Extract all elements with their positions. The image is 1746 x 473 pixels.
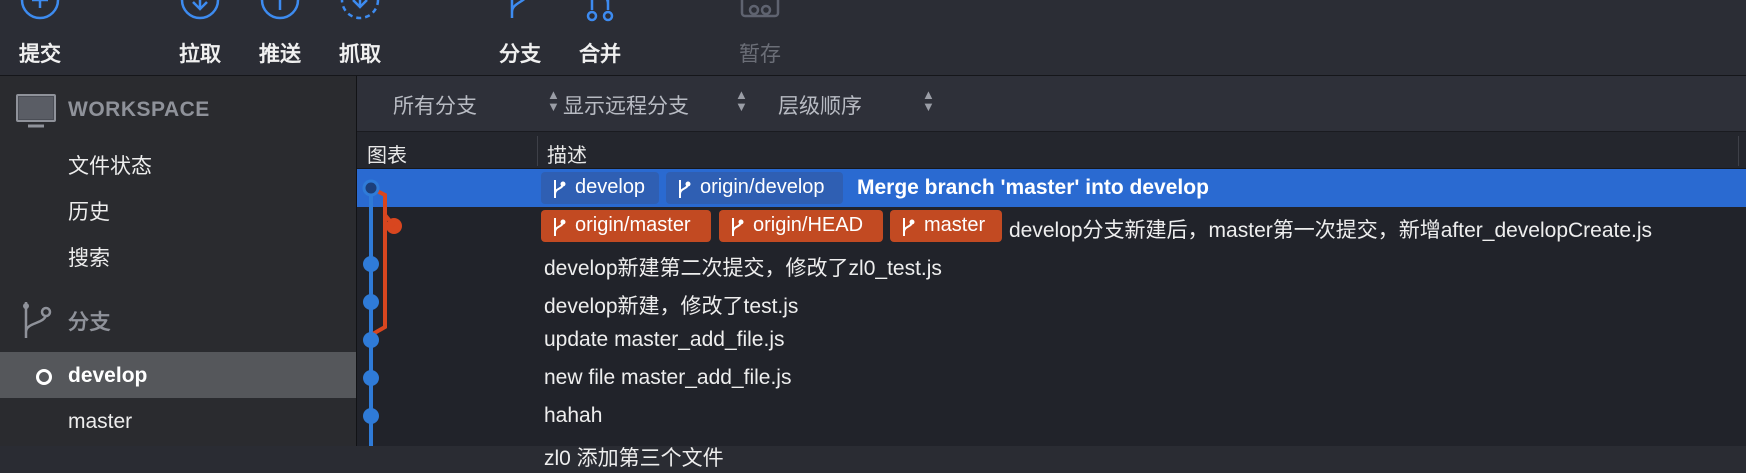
branch-button[interactable]: 分支 [494, 0, 546, 75]
order-value: 层级顺序 [778, 95, 862, 118]
commit-row[interactable]: develop新建，修改了test.js [357, 283, 1746, 321]
tag-label: origin/master [575, 214, 691, 236]
commit-message: new file master_add_file.js [544, 366, 792, 389]
push-label: 推送 [259, 43, 301, 66]
column-divider[interactable] [537, 136, 538, 166]
branch-filter-value: 所有分支 [393, 95, 477, 118]
stash-label: 暂存 [739, 43, 781, 66]
commit-list: develop origin/develop Merge branch 'mas… [357, 169, 1746, 470]
commit-message: hahah [544, 404, 603, 427]
commit-icon [20, 0, 60, 20]
tag-label: origin/HEAD [753, 214, 864, 236]
commit-button[interactable]: 提交 [14, 0, 66, 75]
fetch-button[interactable]: 抓取 [334, 0, 386, 75]
commit-row[interactable]: develop新建第二次提交，修改了zl0_test.js [357, 245, 1746, 283]
history-view: 所有分支 ▲ ▼ 显示远程分支 ▲ ▼ 层级顺序 ▲ ▼ 图表 描述 develop … [357, 76, 1746, 470]
workspace-section-header[interactable]: WORKSPACE [0, 90, 356, 130]
stash-button[interactable]: 暂存 [734, 0, 786, 75]
sidebar-item-label: 历史 [68, 201, 110, 224]
monitor-icon [16, 94, 56, 128]
branch-tag-origin-master[interactable]: origin/master [541, 210, 711, 242]
description-column-header[interactable]: 描述 [547, 139, 587, 168]
commit-message: develop新建，修改了test.js [544, 295, 799, 318]
tag-label: master [924, 214, 986, 236]
commit-message: update master_add_file.js [544, 328, 785, 351]
branch-tag-origin-head[interactable]: origin/HEAD [719, 210, 883, 242]
stash-icon [740, 0, 780, 18]
remote-filter-value: 显示远程分支 [563, 95, 689, 118]
pull-button[interactable]: 拉取 [174, 0, 226, 75]
branch-icon [732, 218, 744, 236]
push-icon [260, 0, 300, 20]
commit-message: Merge branch 'master' into develop [857, 176, 1209, 199]
branches-title: 分支 [68, 311, 111, 334]
commit-row[interactable]: origin/master origin/HEAD master develop… [357, 207, 1746, 245]
sidebar: WORKSPACE 文件状态 历史 搜索 分支 develop master [0, 76, 357, 446]
chevron-updown-icon: ▲ ▼ [547, 87, 560, 114]
merge-button[interactable]: 合并 [574, 0, 626, 75]
push-button[interactable]: 推送 [254, 0, 306, 75]
pull-label: 拉取 [179, 43, 221, 66]
sidebar-item-history[interactable]: 历史 [0, 184, 356, 230]
commit-row[interactable]: new file master_add_file.js [357, 359, 1746, 397]
remote-filter-select[interactable]: 显示远程分支 ▲ ▼ [563, 76, 773, 131]
sidebar-item-branch-develop[interactable]: develop [0, 352, 356, 398]
branch-tag-develop[interactable]: develop [541, 172, 659, 204]
commit-message: zl0 添加第三个文件 [544, 447, 724, 470]
chevron-updown-icon: ▲ ▼ [735, 87, 748, 114]
toolbar: 提交 拉取 推送 抓取 分支 合并 暂存 [0, 0, 1746, 76]
branch-label: 分支 [499, 43, 541, 66]
branch-icon [679, 180, 691, 198]
sidebar-item-branch-master[interactable]: master [0, 398, 356, 444]
commit-label: 提交 [19, 43, 61, 66]
branch-icon [510, 0, 525, 18]
filter-bar: 所有分支 ▲ ▼ 显示远程分支 ▲ ▼ 层级顺序 ▲ ▼ [357, 76, 1746, 132]
column-divider[interactable] [1738, 136, 1739, 166]
commit-row[interactable]: develop origin/develop Merge branch 'mas… [357, 169, 1746, 207]
sidebar-item-search[interactable]: 搜索 [0, 230, 356, 276]
branch-tag-master[interactable]: master [890, 210, 1002, 242]
branch-icon [903, 218, 915, 236]
sidebar-item-label: 文件状态 [68, 155, 152, 178]
branch-filter-select[interactable]: 所有分支 ▲ ▼ [393, 76, 563, 131]
commit-row[interactable]: hahah [357, 397, 1746, 435]
branches-section-header[interactable]: 分支 [0, 298, 356, 338]
branch-tag-origin-develop[interactable]: origin/develop [666, 172, 843, 204]
sidebar-item-label: master [68, 410, 133, 433]
commit-message: develop分支新建后，master第一次提交，新增after_develop… [1009, 219, 1653, 242]
commit-message: develop新建第二次提交，修改了zl0_test.js [544, 257, 942, 280]
sidebar-item-label: develop [68, 364, 148, 387]
chevron-updown-icon: ▲ ▼ [922, 87, 935, 114]
branch-icon [554, 180, 566, 198]
commit-row[interactable]: update master_add_file.js [357, 321, 1746, 359]
pull-icon [180, 0, 220, 20]
fetch-label: 抓取 [339, 43, 381, 66]
order-select[interactable]: 层级顺序 ▲ ▼ [778, 76, 978, 131]
graph-column-header[interactable]: 图表 [367, 139, 407, 168]
sidebar-item-file-status[interactable]: 文件状态 [0, 138, 356, 184]
workspace-title: WORKSPACE [68, 98, 210, 121]
fetch-icon [340, 0, 380, 20]
tag-label: develop [575, 176, 646, 198]
tag-label: origin/develop [700, 176, 825, 198]
merge-icon [586, 0, 614, 22]
branch-icon [554, 218, 566, 236]
commit-row[interactable]: zl0 添加第三个文件 [357, 435, 1746, 473]
column-header: 图表 描述 [357, 132, 1746, 169]
merge-label: 合并 [579, 43, 621, 66]
sidebar-item-label: 搜索 [68, 247, 110, 270]
current-branch-icon [36, 369, 52, 385]
branch-icon [23, 302, 52, 338]
